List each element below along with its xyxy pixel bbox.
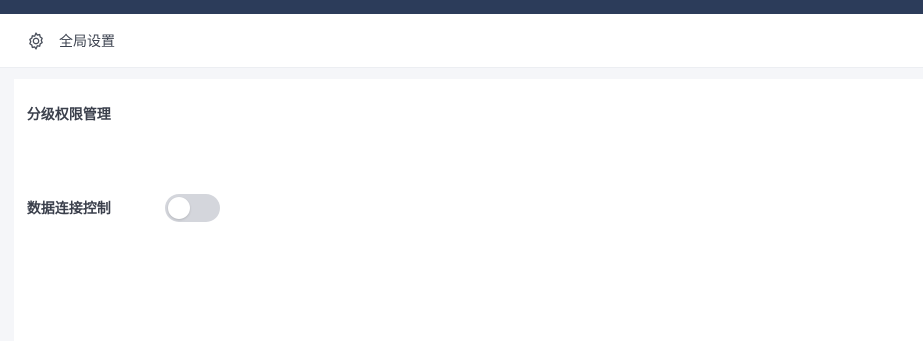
setting-row-data-connection: 数据连接控制 bbox=[27, 194, 220, 222]
page-title: 全局设置 bbox=[59, 33, 115, 50]
setting-label: 数据连接控制 bbox=[27, 201, 111, 217]
toggle-knob bbox=[168, 197, 190, 219]
section-title: 分级权限管理 bbox=[27, 107, 111, 123]
data-connection-toggle[interactable] bbox=[165, 194, 220, 222]
page-header: 全局设置 bbox=[0, 14, 923, 68]
gear-icon bbox=[26, 31, 46, 51]
top-nav-bar bbox=[0, 0, 923, 14]
settings-card: 分级权限管理 数据连接控制 bbox=[14, 79, 923, 341]
